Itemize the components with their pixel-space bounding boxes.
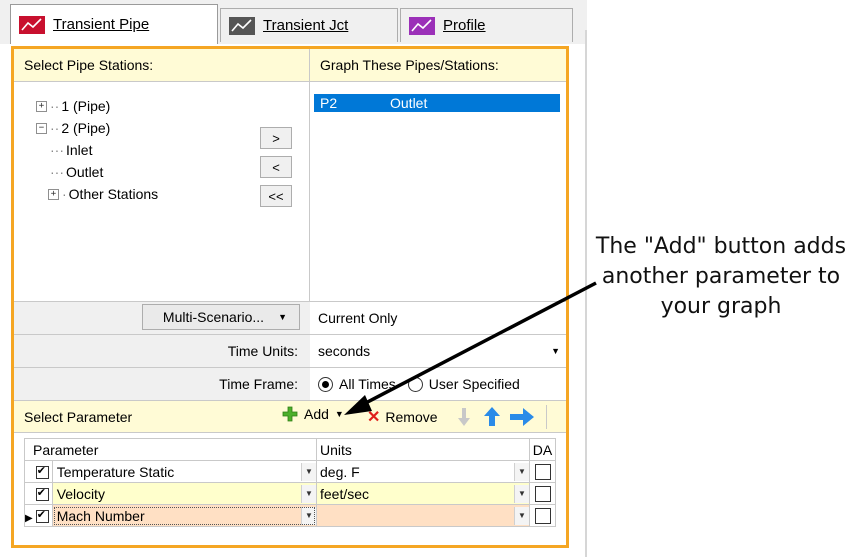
chart-icon [19,15,45,34]
tab-label: Transient Pipe [53,16,150,33]
tab-transient-pipe[interactable]: Transient Pipe [10,4,218,44]
annotation-arrow [344,281,597,415]
